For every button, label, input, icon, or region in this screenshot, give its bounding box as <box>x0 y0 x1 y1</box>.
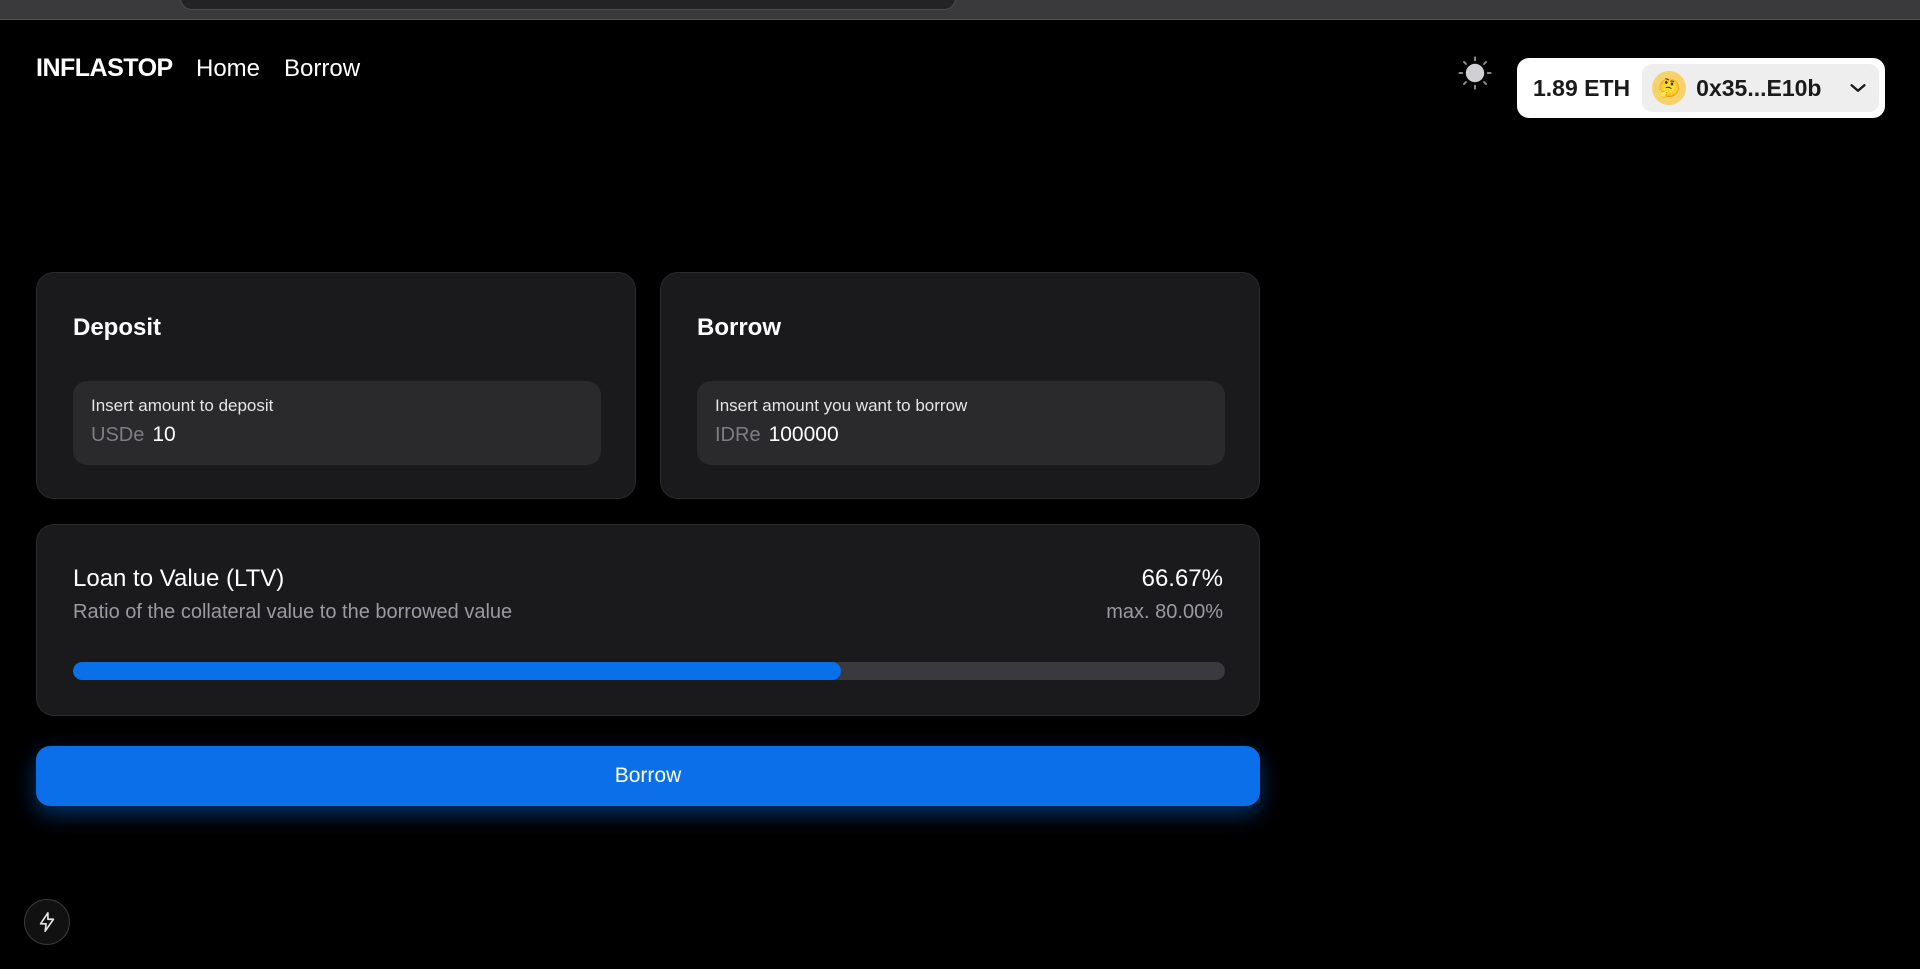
wallet-avatar: 🤔 <box>1652 71 1687 105</box>
deposit-input-label: Insert amount to deposit <box>91 396 274 415</box>
deposit-title: Deposit <box>73 314 162 341</box>
browser-address-bar[interactable] <box>180 0 956 10</box>
sun-icon <box>1458 56 1492 90</box>
ltv-subtitle: Ratio of the collateral value to the bor… <box>73 601 513 623</box>
browser-top-strip <box>0 0 1920 20</box>
wallet-balance: 1.89 ETH <box>1533 74 1631 101</box>
brand-logo[interactable]: INFLASTOP <box>36 54 173 83</box>
ltv-max: max. 80.00% <box>1106 601 1223 623</box>
nav-link-borrow[interactable]: Borrow <box>284 55 360 83</box>
deposit-amount-input[interactable] <box>152 423 553 447</box>
borrow-input-label: Insert amount you want to borrow <box>715 396 968 415</box>
nav-link-home[interactable]: Home <box>196 55 260 83</box>
borrow-amount-input[interactable] <box>768 423 1169 447</box>
wallet-widget: 1.89 ETH 🤔 0x35...E10b <box>1517 58 1885 118</box>
wallet-address: 0x35...E10b <box>1696 74 1822 101</box>
ltv-card: Loan to Value (LTV) Ratio of the collate… <box>36 524 1260 716</box>
deposit-card: Deposit Insert amount to deposit USDe <box>36 272 636 499</box>
lightning-icon <box>39 912 55 932</box>
ltv-progress-fill <box>73 662 842 680</box>
chevron-down-icon <box>1850 84 1866 92</box>
dev-tools-badge[interactable] <box>24 899 70 945</box>
ltv-title: Loan to Value (LTV) <box>73 565 285 592</box>
borrow-submit-button[interactable]: Borrow <box>36 746 1260 806</box>
top-navbar: INFLASTOP Home Borrow 1.89 ETH 🤔 0x35...… <box>0 20 1920 118</box>
ltv-progress-track <box>73 662 1225 680</box>
borrow-unit: IDRe <box>715 424 761 446</box>
deposit-unit: USDe <box>91 424 145 446</box>
borrow-title: Borrow <box>697 314 781 341</box>
deposit-input-box[interactable]: Insert amount to deposit USDe <box>73 381 601 465</box>
wallet-account-button[interactable]: 🤔 0x35...E10b <box>1642 64 1879 112</box>
ltv-value: 66.67% <box>1141 565 1223 592</box>
theme-toggle-button[interactable] <box>1456 54 1494 92</box>
borrow-input-box[interactable]: Insert amount you want to borrow IDRe <box>697 381 1225 465</box>
borrow-card: Borrow Insert amount you want to borrow … <box>660 272 1260 499</box>
